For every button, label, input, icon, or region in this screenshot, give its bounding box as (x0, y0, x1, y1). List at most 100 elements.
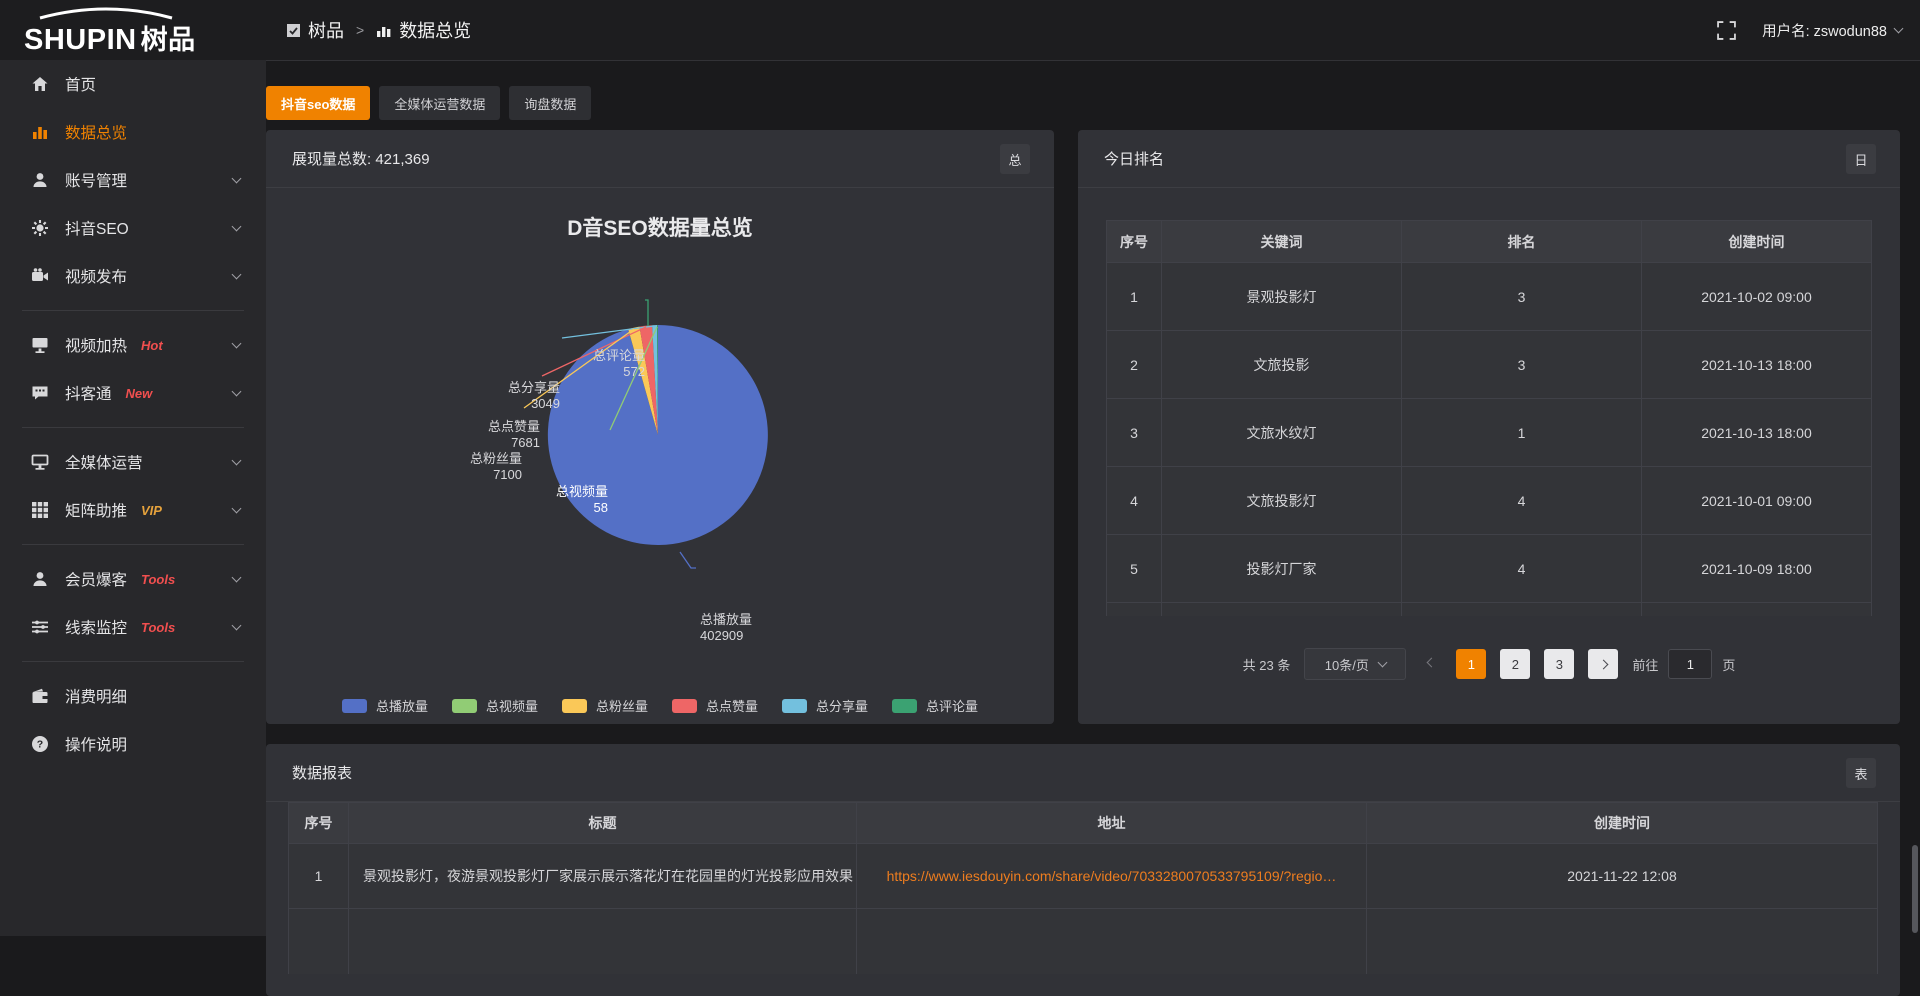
breadcrumb-current[interactable]: 数据总览 (376, 17, 471, 43)
goto-page-input[interactable] (1668, 649, 1712, 679)
sidebar-item-spend-detail[interactable]: 消费明细 (0, 672, 266, 720)
chevron-down-icon (232, 456, 242, 466)
legend-swatch (452, 699, 477, 713)
sidebar-item-account[interactable]: 账号管理 (0, 156, 266, 204)
square-doc-icon (286, 23, 301, 38)
page-button-2[interactable]: 2 (1500, 649, 1530, 679)
legend-swatch (672, 699, 697, 713)
col-index: 序号 (289, 803, 349, 844)
logo-text: SHUPIN树品 (24, 18, 196, 57)
chevron-down-icon (232, 387, 242, 397)
tab-douyin-seo[interactable]: 抖音seo数据 (266, 86, 370, 120)
svg-text:?: ? (37, 739, 43, 751)
sidebar-item-doukertong[interactable]: 抖客通 New (0, 369, 266, 417)
legend-item[interactable]: 总分享量 (782, 696, 868, 715)
total-badge-button[interactable]: 总 (1000, 144, 1030, 174)
legend-item[interactable]: 总视频量 (452, 696, 538, 715)
sidebar-divider (22, 661, 244, 662)
next-page-button[interactable] (1588, 649, 1618, 679)
table-row[interactable]: 1 景观投影灯，夜游景观投影灯厂家展示展示落花灯在花园里的灯光投影应用效果 # … (289, 844, 1878, 909)
table-row[interactable]: 2文旅投影32021-10-13 18:00 (1107, 331, 1872, 399)
chevron-down-icon (232, 621, 242, 631)
data-source-tabs: 抖音seo数据 全媒体运营数据 询盘数据 (266, 86, 591, 120)
table-row[interactable]: 4文旅投影灯42021-10-01 09:00 (1107, 467, 1872, 535)
sidebar-item-video-heat[interactable]: 视频加热 Hot (0, 321, 266, 369)
grid-icon (30, 500, 50, 520)
pie-svg[interactable] (266, 188, 1054, 688)
page-scrollbar[interactable] (1912, 845, 1918, 933)
chevron-down-icon (1377, 658, 1387, 668)
table-row[interactable]: 1景观投影灯32021-10-02 09:00 (1107, 263, 1872, 331)
pie-label-fans: 总粉丝量7100 (470, 451, 522, 483)
page-button-1[interactable]: 1 (1456, 649, 1486, 679)
gear-icon (30, 218, 50, 238)
sidebar-item-clue-monitor[interactable]: 线索监控 Tools (0, 603, 266, 651)
table-badge-button[interactable]: 表 (1846, 758, 1876, 788)
chevron-down-icon (232, 222, 242, 232)
table-row-partial (289, 909, 1878, 974)
legend-item[interactable]: 总粉丝量 (562, 696, 648, 715)
sidebar-item-home[interactable]: 首页 (0, 60, 266, 108)
table-row[interactable]: 5投影灯厂家42021-10-09 18:00 (1107, 535, 1872, 603)
table-header-row: 序号 标题 地址 创建时间 (289, 803, 1878, 844)
sidebar-item-help[interactable]: ? 操作说明 (0, 720, 266, 768)
chevron-left-icon (1426, 658, 1436, 668)
col-title: 标题 (349, 803, 857, 844)
report-panel-title: 数据报表 (266, 744, 1900, 802)
chat-icon (30, 383, 50, 403)
page-button-3[interactable]: 3 (1544, 649, 1574, 679)
tab-inquiry-data[interactable]: 询盘数据 (509, 86, 591, 120)
ranking-panel-title: 今日排名 (1078, 130, 1900, 188)
pie-label-shares: 总分享量3049 (508, 380, 560, 412)
video-camera-icon (30, 266, 50, 286)
ranking-table: 序号 关键词 排名 创建时间 1景观投影灯32021-10-02 09:00 2… (1106, 220, 1872, 616)
new-badge: New (126, 386, 153, 401)
bar-chart-icon (30, 122, 50, 142)
sidebar-item-video-publish[interactable]: 视频发布 (0, 252, 266, 300)
member-icon (30, 569, 50, 589)
impressions-total: 展现量总数: 421,369 (266, 130, 1054, 188)
sidebar-item-matrix-boost[interactable]: 矩阵助推 VIP (0, 486, 266, 534)
legend-swatch (342, 699, 367, 713)
sidebar-item-member[interactable]: 会员爆客 Tools (0, 555, 266, 603)
table-row-partial (1107, 603, 1872, 617)
pie-label-comments: 总评论量572 (593, 348, 645, 380)
wallet-icon (30, 686, 50, 706)
sidebar-divider (22, 427, 244, 428)
video-link[interactable]: https://www.iesdouyin.com/share/video/70… (857, 844, 1367, 909)
legend-item[interactable]: 总播放量 (342, 696, 428, 715)
hot-badge: Hot (141, 338, 163, 353)
impressions-panel: 展现量总数: 421,369 总 D音SEO数据量总览 总评论量572 总分享量… (266, 130, 1054, 724)
col-url: 地址 (857, 803, 1367, 844)
legend-item[interactable]: 总点赞量 (672, 696, 758, 715)
tools-badge: Tools (141, 620, 175, 635)
chevron-right-icon (1598, 659, 1608, 669)
day-badge-button[interactable]: 日 (1846, 144, 1876, 174)
table-row[interactable]: 3文旅水纹灯12021-10-13 18:00 (1107, 399, 1872, 467)
sidebar-divider (22, 544, 244, 545)
col-created: 创建时间 (1367, 803, 1878, 844)
col-keyword: 关键词 (1162, 221, 1402, 263)
sidebar-item-douyin-seo[interactable]: 抖音SEO (0, 204, 266, 252)
chevron-down-icon (232, 174, 242, 184)
goto-unit: 页 (1722, 655, 1735, 674)
sidebar-item-omnimedia[interactable]: 全媒体运营 (0, 438, 266, 486)
chevron-down-icon (1894, 24, 1904, 34)
fullscreen-icon[interactable] (1717, 21, 1736, 40)
col-created: 创建时间 (1642, 221, 1872, 263)
home-icon (30, 74, 50, 94)
breadcrumb-root[interactable]: 树品 (286, 17, 344, 43)
tools-badge: Tools (141, 572, 175, 587)
pagination: 共 23 条 10条/页 1 2 3 前往 页 (1078, 648, 1900, 680)
total-count: 共 23 条 (1243, 655, 1291, 674)
chart-legend: 总播放量 总视频量 总粉丝量 总点赞量 总分享量 总评论量 (266, 696, 1054, 715)
chevron-down-icon (232, 573, 242, 583)
sidebar-item-data-overview[interactable]: 数据总览 (0, 108, 266, 156)
prev-page-button[interactable] (1420, 662, 1442, 666)
pie-label-plays: 总播放量402909 (700, 612, 752, 644)
vip-badge: VIP (141, 503, 162, 518)
page-size-select[interactable]: 10条/页 (1304, 648, 1406, 680)
legend-item[interactable]: 总评论量 (892, 696, 978, 715)
tab-omnimedia-data[interactable]: 全媒体运营数据 (379, 86, 500, 120)
username[interactable]: 用户名: zswodun88 (1762, 20, 1902, 41)
